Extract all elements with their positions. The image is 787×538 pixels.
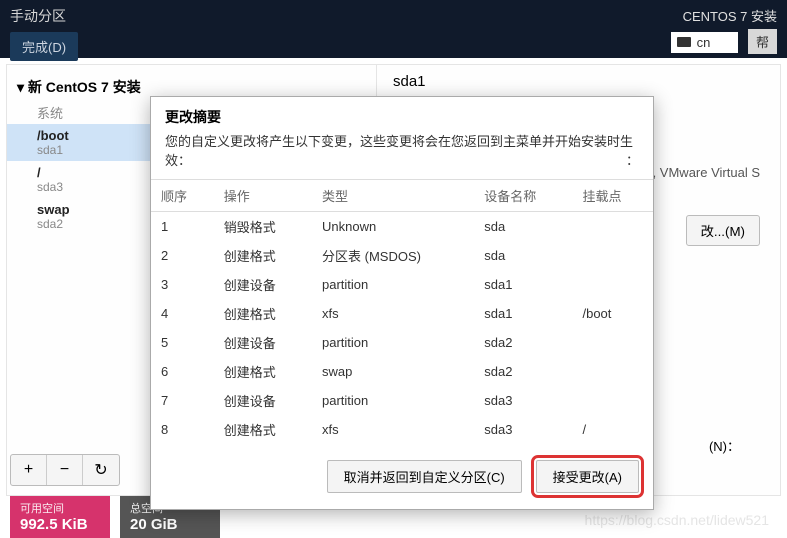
- col-type[interactable]: 类型: [312, 180, 474, 212]
- cell-mount: [572, 386, 653, 415]
- table-row[interactable]: 1销毁格式Unknownsda: [151, 212, 653, 242]
- cell-operation: 创建格式: [214, 299, 312, 328]
- accept-changes-button[interactable]: 接受更改(A): [536, 460, 639, 493]
- top-bar: 手动分区 完成(D) CENTOS 7 安装 cn 帮: [0, 0, 787, 58]
- cell-order: 2: [151, 241, 214, 270]
- col-device[interactable]: 设备名称: [474, 180, 572, 212]
- table-header-row: 顺序 操作 类型 设备名称 挂载点: [151, 180, 653, 212]
- cell-operation: 创建设备: [214, 386, 312, 415]
- remove-partition-button[interactable]: −: [47, 455, 83, 485]
- cell-order: 6: [151, 357, 214, 386]
- table-row[interactable]: 7创建设备partitionsda3: [151, 386, 653, 415]
- cell-device: sda: [474, 241, 572, 270]
- watermark: https://blog.csdn.net/lidew521: [585, 512, 769, 528]
- cell-device: sda2: [474, 328, 572, 357]
- install-title: CENTOS 7 安装: [671, 6, 777, 25]
- summary-dialog: 更改摘要 您的自定义更改将产生以下变更，这些变更将会在您返回到主菜单并开始安装时…: [150, 96, 654, 510]
- cell-device: sda2: [474, 357, 572, 386]
- partition-toolbar: + − ↻: [10, 454, 120, 486]
- cell-order: 8: [151, 415, 214, 444]
- cell-device: sda1: [474, 299, 572, 328]
- add-partition-button[interactable]: +: [11, 455, 47, 485]
- cell-type: partition: [312, 328, 474, 357]
- table-row[interactable]: 4创建格式xfssda1/boot: [151, 299, 653, 328]
- cell-mount: [572, 328, 653, 357]
- cell-operation: 创建设备: [214, 328, 312, 357]
- cell-mount: [572, 357, 653, 386]
- cell-mount: [572, 270, 653, 299]
- table-row[interactable]: 2创建格式分区表 (MSDOS)sda: [151, 241, 653, 270]
- cell-mount: /: [572, 415, 653, 444]
- total-space-value: 20 GiB: [130, 516, 210, 533]
- cell-order: 1: [151, 212, 214, 242]
- table-row[interactable]: 8创建格式xfssda3/: [151, 415, 653, 444]
- cell-device: sda3: [474, 386, 572, 415]
- cell-operation: 创建设备: [214, 270, 312, 299]
- cell-mount: /boot: [572, 299, 653, 328]
- cell-operation: 创建格式: [214, 357, 312, 386]
- cell-type: partition: [312, 386, 474, 415]
- available-space-value: 992.5 KiB: [20, 516, 100, 533]
- detail-title: sda1: [393, 73, 764, 90]
- keyboard-layout-selector[interactable]: cn: [671, 32, 739, 53]
- cell-operation: 创建格式: [214, 415, 312, 444]
- table-row[interactable]: 6创建格式swapsda2: [151, 357, 653, 386]
- col-order[interactable]: 顺序: [151, 180, 214, 212]
- cell-device: sda: [474, 212, 572, 242]
- cell-order: 4: [151, 299, 214, 328]
- keyboard-icon: [677, 37, 691, 47]
- cell-type: xfs: [312, 415, 474, 444]
- cell-type: 分区表 (MSDOS): [312, 241, 474, 270]
- cell-operation: 销毁格式: [214, 212, 312, 242]
- cell-order: 5: [151, 328, 214, 357]
- changes-table: 顺序 操作 类型 设备名称 挂载点 1销毁格式Unknownsda2创建格式分区…: [151, 179, 653, 444]
- cell-type: partition: [312, 270, 474, 299]
- col-operation[interactable]: 操作: [214, 180, 312, 212]
- cell-device: sda3: [474, 415, 572, 444]
- page-title: 手动分区: [10, 6, 78, 26]
- cancel-button[interactable]: 取消并返回到自定义分区(C): [327, 460, 522, 493]
- col-mount[interactable]: 挂载点: [572, 180, 653, 212]
- dialog-description: 您的自定义更改将产生以下变更，这些变更将会在您返回到主菜单并开始安装时生效： ：: [151, 131, 653, 179]
- cell-mount: [572, 241, 653, 270]
- cell-order: 7: [151, 386, 214, 415]
- available-space-label: 可用空间: [20, 500, 100, 516]
- help-button[interactable]: 帮: [748, 29, 777, 54]
- modify-button[interactable]: 改...(M): [686, 215, 760, 246]
- table-row[interactable]: 5创建设备partitionsda2: [151, 328, 653, 357]
- table-row[interactable]: 3创建设备partitionsda1: [151, 270, 653, 299]
- cell-type: xfs: [312, 299, 474, 328]
- reload-button[interactable]: ↻: [83, 455, 119, 485]
- cell-type: Unknown: [312, 212, 474, 242]
- cell-operation: 创建格式: [214, 241, 312, 270]
- available-space-box: 可用空间 992.5 KiB: [10, 496, 110, 538]
- cell-order: 3: [151, 270, 214, 299]
- cell-device: sda1: [474, 270, 572, 299]
- done-button[interactable]: 完成(D): [10, 32, 78, 61]
- cell-type: swap: [312, 357, 474, 386]
- dialog-title: 更改摘要: [151, 97, 653, 131]
- name-label: (N)：: [709, 436, 740, 455]
- cell-mount: [572, 212, 653, 242]
